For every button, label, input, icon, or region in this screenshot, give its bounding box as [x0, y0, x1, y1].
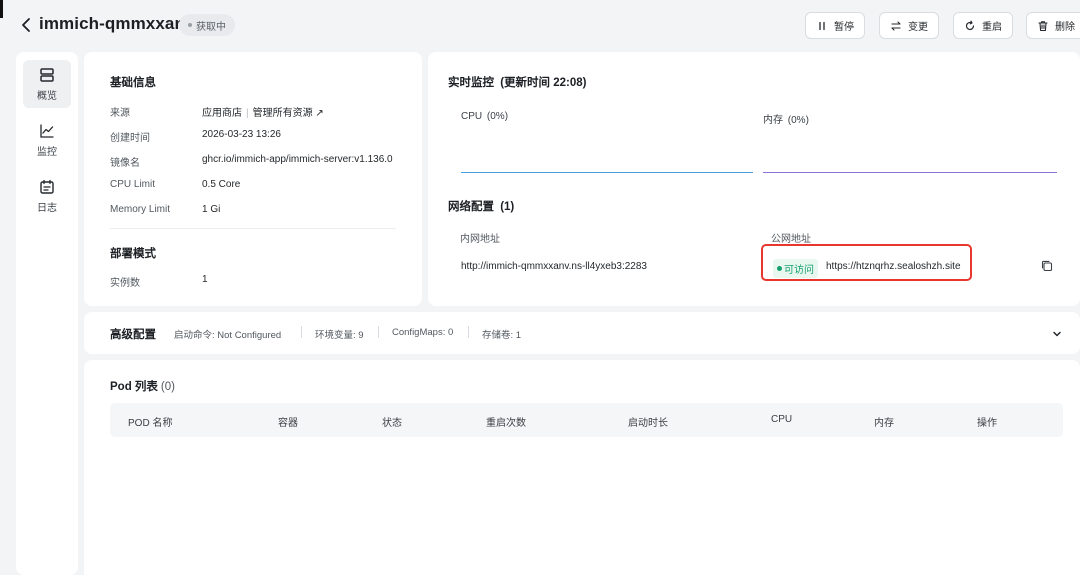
advanced-separator [468, 326, 469, 338]
col-memory: 内存 [874, 418, 894, 429]
advanced-separator [301, 326, 302, 338]
nav-label-overview: 概览 [37, 91, 57, 102]
status-text: 获取中 [196, 21, 226, 33]
deploy-mode-title: 部署模式 [110, 248, 156, 260]
highlight-box [761, 244, 972, 281]
monitor-title: 实时监控 (更新时间 22:08) [448, 74, 586, 90]
nav-item-monitor[interactable]: 监控 [23, 116, 71, 164]
advanced-separator [378, 326, 379, 338]
source-value: 应用商店 | 管理所有资源 ↗ [202, 104, 324, 119]
instances-key: 实例数 [110, 278, 140, 289]
pod-list-title-text: Pod 列表 [110, 381, 158, 393]
status-dot-icon [188, 23, 192, 27]
nav-label-monitor: 监控 [37, 147, 57, 158]
memory-monitor-label: 内存 (0%) [763, 111, 809, 126]
memory-percent: (0%) [787, 115, 809, 126]
created-value: 2026-03-23 13:26 [202, 129, 281, 140]
status-badge: 获取中 [179, 14, 235, 36]
storage-info: 存储卷: 1 [482, 330, 522, 341]
pod-list-title: Pod 列表 (0) [110, 378, 175, 394]
advanced-title: 高级配置 [110, 329, 156, 341]
basic-info-title: 基础信息 [110, 77, 156, 89]
internal-address-header: 内网地址 [460, 234, 500, 245]
cpu-sparkline [461, 172, 753, 173]
memory-sparkline [763, 172, 1057, 173]
nav-label-logs: 日志 [37, 203, 57, 214]
monitor-title-text: 实时监控 [448, 77, 494, 89]
network-title-text: 网络配置 [448, 201, 494, 213]
created-key: 创建时间 [110, 133, 150, 144]
page-header: immich-qmmxxanv 获取中 暂停 变更 重启 删除 [0, 0, 1080, 50]
basic-divider [110, 228, 396, 229]
image-key: 镜像名 [110, 158, 140, 169]
instances-value: 1 [202, 274, 208, 285]
overview-icon [40, 68, 54, 82]
start-command-info: 启动命令: Not Configured [174, 330, 282, 341]
change-label: 变更 [908, 22, 928, 33]
col-status: 状态 [382, 418, 402, 429]
chevron-down-icon[interactable] [1051, 328, 1063, 340]
memory-limit-value: 1 Gi [202, 204, 221, 215]
basic-info-card: 基础信息 来源 应用商店 | 管理所有资源 ↗ 创建时间 2026-03-23 13… [84, 52, 422, 306]
chart-icon [40, 124, 54, 138]
configmaps-info: ConfigMaps: 0 [392, 327, 454, 338]
cpu-limit-key: CPU Limit [110, 179, 156, 190]
col-restarts: 重启次数 [486, 418, 526, 429]
cpu-limit-value: 0.5 Core [202, 179, 241, 190]
page-title: immich-qmmxxanv [39, 14, 195, 33]
source-key: 来源 [110, 108, 130, 119]
delete-label: 删除 [1055, 22, 1075, 33]
source-separator: | [246, 108, 249, 119]
network-count: (1) [500, 201, 515, 213]
col-uptime: 启动时长 [628, 418, 668, 429]
network-title: 网络配置 (1) [448, 198, 514, 214]
env-vars-info: 环境变量: 9 [315, 330, 364, 341]
pause-icon [819, 21, 825, 30]
cpu-label: CPU [461, 111, 483, 122]
pause-button[interactable]: 暂停 [805, 12, 865, 39]
pod-count: (0) [160, 381, 175, 393]
image-value: ghcr.io/immich-app/immich-server:v1.136.… [202, 154, 393, 165]
pause-label: 暂停 [834, 22, 854, 33]
cpu-percent: (0%) [486, 111, 509, 122]
internal-url[interactable]: http://immich-qmmxxanv.ns-ll4yxeb3:2283 [461, 261, 647, 272]
nav-item-logs[interactable]: 日志 [23, 172, 71, 220]
restart-icon [965, 20, 975, 30]
copy-icon[interactable] [1040, 259, 1054, 273]
memory-limit-key: Memory Limit [110, 204, 171, 215]
col-actions: 操作 [977, 418, 997, 429]
pod-table-header: POD 名称 容器 状态 重启次数 启动时长 CPU 内存 操作 [110, 403, 1063, 437]
log-icon [40, 179, 54, 194]
public-address-header: 公网地址 [771, 234, 811, 245]
nav-item-overview[interactable]: 概览 [23, 60, 71, 108]
delete-button[interactable]: 删除 [1026, 12, 1080, 39]
monitor-updated: (更新时间 22:08) [500, 77, 587, 89]
memory-label: 内存 [763, 115, 783, 126]
side-nav: 概览 监控 日志 [16, 52, 78, 575]
chevron-left-icon[interactable] [18, 15, 34, 35]
col-containers: 容器 [278, 418, 298, 429]
col-pod-name: POD 名称 [128, 418, 173, 429]
swap-icon [891, 20, 901, 31]
change-button[interactable]: 变更 [879, 12, 939, 39]
col-cpu: CPU [771, 414, 793, 425]
pod-list-card [84, 360, 1080, 575]
manage-resources-link[interactable]: 管理所有资源 ↗ [253, 108, 324, 119]
network-table-header: 内网地址 公网地址 [443, 222, 1065, 248]
restart-button[interactable]: 重启 [953, 12, 1013, 39]
trash-icon [1038, 20, 1048, 31]
restart-label: 重启 [982, 22, 1002, 33]
cpu-monitor-label: CPU (0%) [461, 111, 508, 122]
source-text: 应用商店 [202, 108, 242, 119]
